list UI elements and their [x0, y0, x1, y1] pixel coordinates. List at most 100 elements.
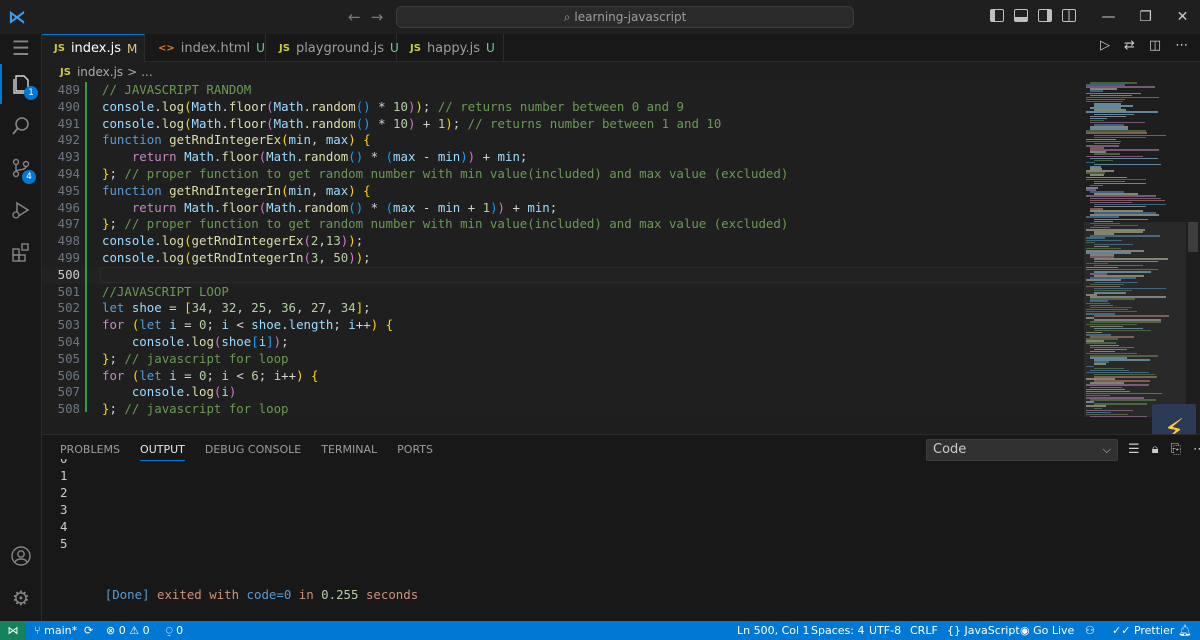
minimap-slider[interactable] — [1084, 222, 1186, 417]
language-mode[interactable]: {} JavaScript — [947, 621, 1020, 640]
javascript-file-icon: JS — [60, 66, 71, 78]
code-line: 507 console.log(i) — [57, 384, 237, 400]
search-icon: ⌕ — [563, 9, 571, 24]
output-line: 2 — [60, 485, 68, 500]
error-count: 0 — [118, 624, 126, 637]
breadcrumb-file[interactable]: index.js — [77, 65, 123, 79]
source-control-badge: 4 — [22, 170, 36, 184]
untracked-status: U — [486, 41, 495, 55]
menu-icon[interactable]: ☰ — [0, 28, 42, 68]
branch-icon: ⑂ — [34, 624, 45, 637]
toggle-secondary-sidebar-icon[interactable] — [1038, 9, 1052, 22]
minimap-line — [1094, 159, 1113, 162]
editor-scrollbar[interactable] — [1186, 82, 1200, 417]
minimize-icon[interactable]: — — [1090, 0, 1127, 34]
go-live-button[interactable]: ◉ Go Live — [1020, 621, 1074, 640]
back-arrow-icon[interactable]: ← — [348, 8, 371, 26]
minimap-line — [1094, 163, 1161, 166]
restore-icon[interactable]: ❐ — [1127, 0, 1164, 34]
customize-layout-icon[interactable] — [1062, 9, 1076, 22]
code-line: 495 function getRndIntegerIn(min, max) { — [57, 182, 371, 198]
double-check-icon: ✓✓ — [1112, 624, 1134, 637]
run-debug-icon[interactable] — [0, 190, 42, 230]
copilot-status-icon[interactable]: ⚇ — [1085, 621, 1095, 640]
search-icon[interactable] — [0, 106, 42, 146]
code-line: 506 for (let i = 0; i < 6; i++) { — [57, 367, 319, 383]
javascript-file-icon: JS — [279, 42, 290, 54]
code-line: 502 let shoe = [34, 32, 25, 36, 27, 34]; — [57, 300, 371, 316]
prettier-status[interactable]: ✓✓ Prettier — [1112, 621, 1174, 640]
lock-scroll-icon[interactable]: 🔒︎ — [1152, 442, 1159, 457]
tab-label: playground.js — [295, 40, 384, 56]
forward-arrow-icon[interactable]: → — [371, 8, 394, 26]
exit-code: code=0 — [246, 587, 292, 602]
tab-index-html[interactable]: <> index.html U — [146, 34, 266, 62]
close-icon[interactable]: ✕ — [1164, 0, 1200, 34]
split-editor-icon[interactable]: ◫ — [1149, 38, 1161, 53]
more-actions-icon[interactable]: ⋯ — [1175, 38, 1188, 53]
broadcast-icon: ◉ — [1020, 624, 1034, 637]
run-code-icon[interactable]: ▷ — [1100, 38, 1110, 53]
source-control-icon[interactable]: 4 — [0, 148, 42, 188]
tab-happy-js[interactable]: JS happy.js U — [398, 34, 504, 62]
code-line: 491 console.log(Math.floor(Math.random() … — [57, 115, 722, 131]
command-center-search[interactable]: ⌕ learning-javascript — [396, 6, 854, 28]
problems-indicator[interactable]: ⊗ 0 ⚠ 0 — [106, 621, 150, 640]
html-file-icon: <> — [158, 42, 175, 54]
done-in: in — [298, 587, 314, 602]
toggle-primary-sidebar-icon[interactable] — [990, 9, 1004, 22]
antenna-icon: ⍜ — [166, 624, 173, 637]
code-line: 505}; // javascript for loop — [57, 350, 289, 366]
code-line: 498 console.log(getRndIntegerEx(2,13)); — [57, 233, 364, 249]
output-line: 1 — [60, 468, 68, 483]
manage-gear-icon[interactable]: ⚙ — [0, 578, 42, 618]
modified-status: M — [127, 41, 138, 56]
output-line: 0 — [60, 459, 67, 467]
compare-changes-icon[interactable]: ⇄ — [1124, 38, 1135, 53]
done-middle: exited with — [157, 587, 240, 602]
status-bar: ⋈ ⑂ main* ⟳ ⊗ 0 ⚠ 0 ⍜ 0 Ln 500, Col 1 Sp… — [0, 621, 1200, 640]
tab-playground-js[interactable]: JS playground.js U — [267, 34, 399, 62]
notifications-bell-icon[interactable]: 🔔︎ — [1178, 621, 1192, 640]
cursor-position[interactable]: Ln 500, Col 1 — [737, 621, 810, 640]
tab-label: happy.js — [426, 40, 481, 56]
toggle-panel-icon[interactable] — [1014, 9, 1028, 22]
remote-indicator-icon[interactable]: ⋈ — [0, 621, 26, 640]
tab-index-js[interactable]: JS index.js M — [42, 34, 145, 62]
go-live-label: Go Live — [1033, 624, 1075, 637]
editor-actions: ▷ ⇄ ◫ ⋯ — [1100, 38, 1188, 53]
breadcrumb-separator: > — [127, 65, 138, 79]
code-line: 501//JAVASCRIPT LOOP — [57, 283, 229, 299]
end-of-line[interactable]: CRLF — [910, 621, 938, 640]
breadcrumb-more[interactable]: ... — [141, 65, 152, 79]
more-actions-icon[interactable]: ⋯ — [1193, 442, 1200, 457]
accounts-icon[interactable] — [0, 536, 42, 576]
current-code-line: 500 — [42, 266, 1082, 284]
tab-label: index.html — [180, 40, 251, 56]
sync-icon[interactable]: ⟳ — [84, 621, 93, 640]
output-channel-select[interactable]: Code ⌵ — [926, 439, 1118, 461]
code-editor[interactable]: 489// JAVASCRIPT RANDOM 490 console.log(M… — [42, 82, 1082, 417]
title-bar: ⋉ ←→ ⌕ learning-javascript — ❐ ✕ — [0, 0, 1200, 34]
indentation[interactable]: Spaces: 4 — [811, 621, 864, 640]
scrollbar-thumb[interactable] — [1188, 222, 1198, 252]
chevron-down-icon: ⌵ — [1102, 443, 1111, 456]
code-line: 508}; // javascript for loop — [57, 401, 289, 417]
javascript-file-icon: JS — [410, 42, 421, 54]
branch-indicator[interactable]: ⑂ main* — [34, 621, 77, 640]
output-log[interactable]: 0 1 2 3 4 5 [Done] exited with code=0 in… — [60, 459, 1190, 619]
output-line: 3 — [60, 502, 68, 517]
code-line: 503 for (let i = 0; i < shoe.length; i++)… — [57, 317, 394, 333]
explorer-icon[interactable]: 1 — [0, 64, 42, 104]
warning-icon: ⚠ — [129, 624, 140, 637]
filter-list-icon[interactable]: ☰ — [1128, 442, 1140, 457]
output-line: 5 — [60, 536, 68, 551]
code-line: 493 return Math.floor(Math.random() * (m… — [57, 149, 528, 165]
clear-output-icon[interactable]: ⎘ — [1171, 442, 1181, 457]
error-icon: ⊗ — [106, 624, 116, 637]
ports-indicator[interactable]: ⍜ 0 — [166, 621, 183, 640]
code-line: 489// JAVASCRIPT RANDOM — [57, 82, 252, 97]
extensions-icon[interactable] — [0, 232, 42, 272]
code-line: 504 console.log(shoe[i]); — [57, 334, 289, 349]
encoding[interactable]: UTF-8 — [869, 621, 901, 640]
